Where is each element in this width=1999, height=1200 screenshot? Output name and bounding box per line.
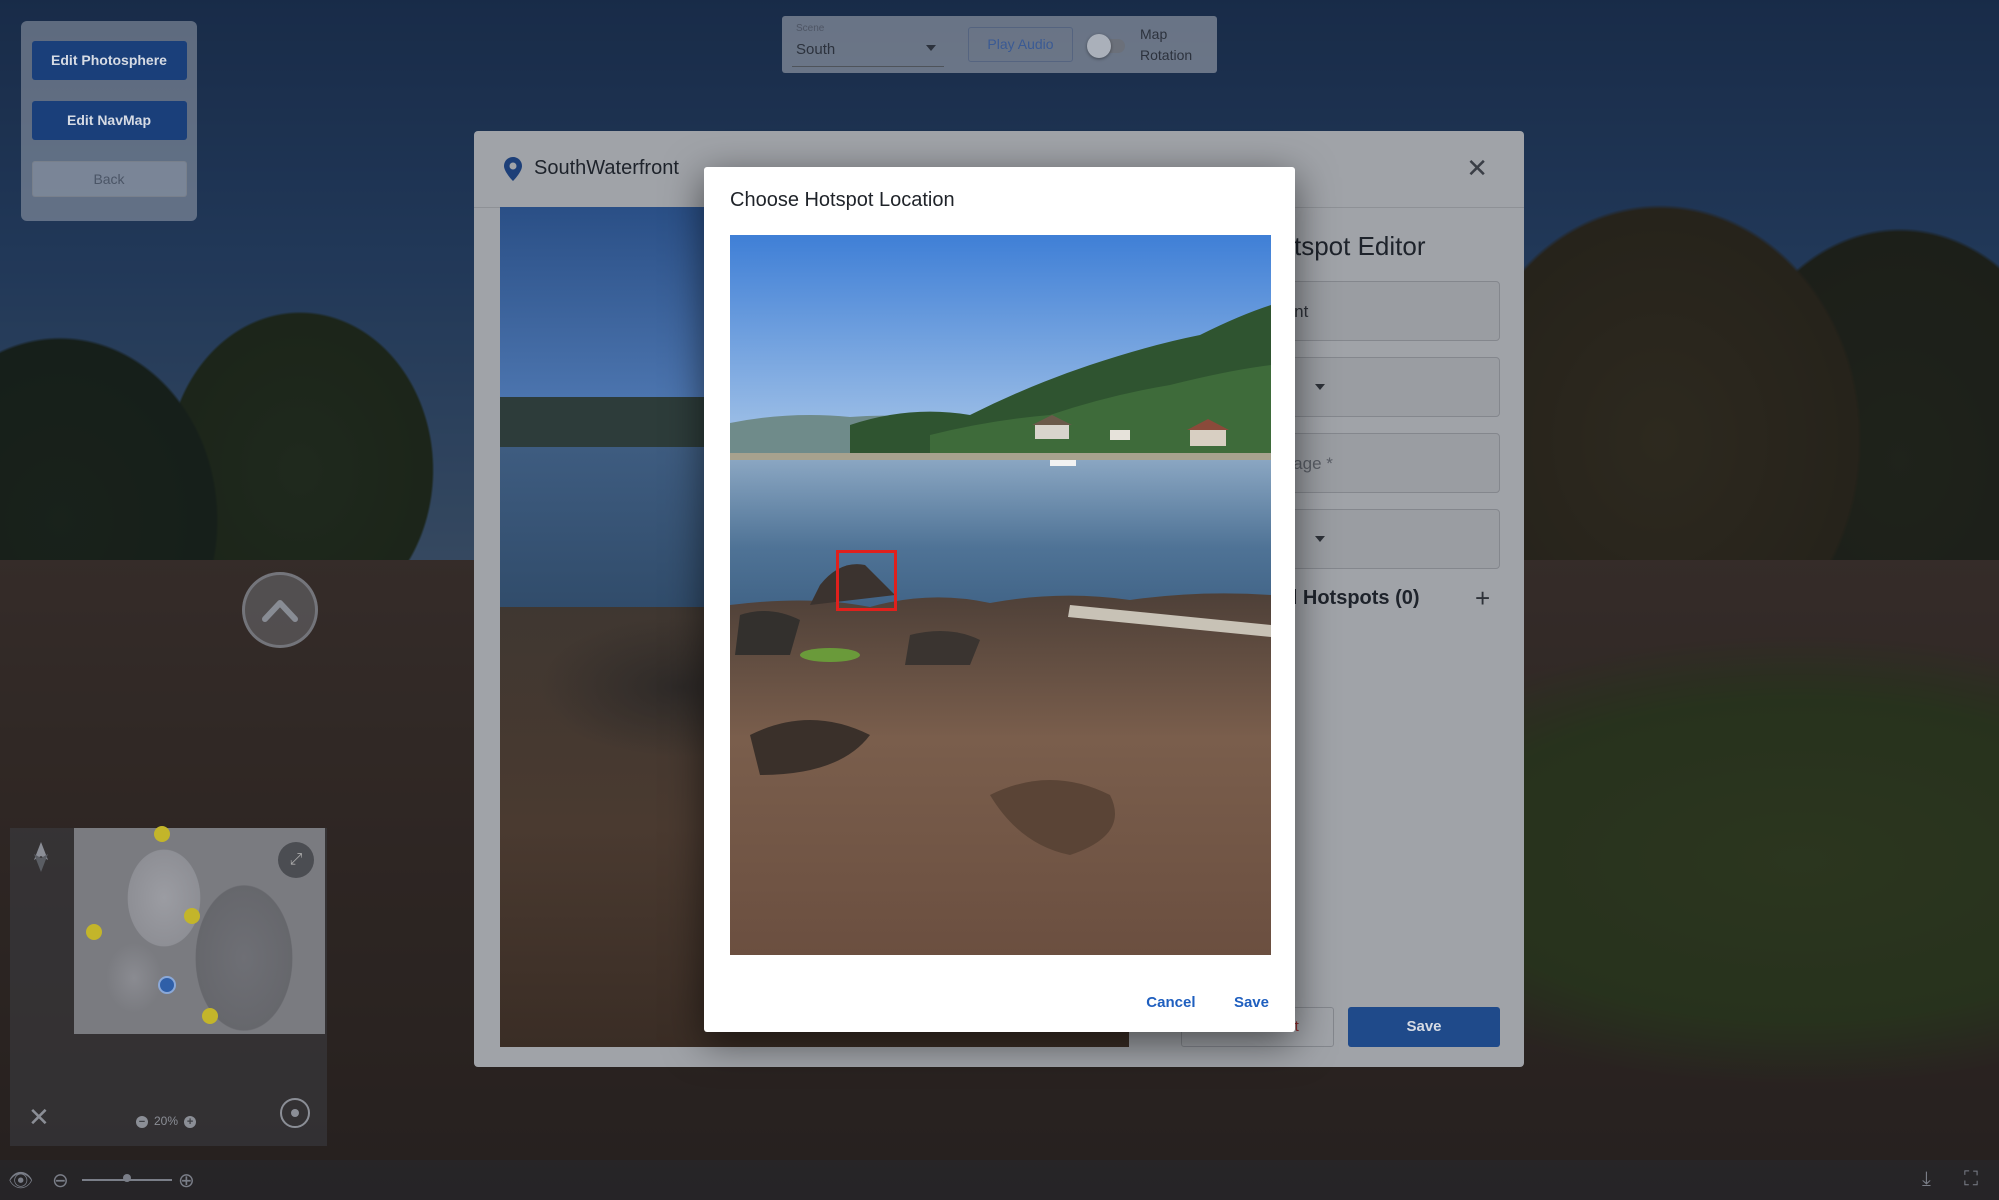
- waterfront-photo: [730, 235, 1271, 955]
- dialog-title: SouthWaterfront: [534, 157, 679, 179]
- current-location-dot[interactable]: [158, 976, 176, 994]
- scene-label: Scene: [796, 23, 825, 34]
- eye-icon[interactable]: 👁: [8, 1168, 33, 1193]
- edit-photosphere-button[interactable]: Edit Photosphere: [31, 41, 187, 80]
- scene-select[interactable]: Scene South: [792, 21, 944, 67]
- modal-title: Choose Hotspot Location: [730, 189, 955, 211]
- hotspot-dot[interactable]: [202, 1008, 218, 1024]
- hotspot-dot[interactable]: [86, 924, 102, 940]
- hotspot-dot[interactable]: [184, 908, 200, 924]
- zoom-level: 20%: [154, 1114, 179, 1128]
- hotspot-location-image[interactable]: [730, 235, 1271, 955]
- location-pin-icon: [504, 157, 522, 181]
- title-field[interactable]: ront: [1274, 281, 1500, 341]
- scene-value: South: [796, 41, 836, 58]
- zoom-out-icon[interactable]: −: [136, 1115, 148, 1128]
- nav-up-glyph: [262, 600, 298, 622]
- save-button[interactable]: Save: [1348, 1007, 1500, 1047]
- minimap: ⤢ ✕ −20% +: [10, 826, 327, 1146]
- toggle-thumb: [1087, 34, 1111, 58]
- modal-actions: Cancel Save: [1112, 994, 1269, 1012]
- zoom-slider-thumb[interactable]: [123, 1174, 131, 1182]
- viewer-bottom-bar: 👁 ⊖ ⊕ ⤓ ⛶: [0, 1160, 1999, 1200]
- close-icon[interactable]: ✕: [1466, 153, 1488, 184]
- download-icon[interactable]: ⤓: [1922, 1168, 1931, 1191]
- chevron-down-icon: [926, 45, 936, 51]
- hotspot-location-marker[interactable]: [836, 550, 897, 611]
- chevron-up-circle-icon[interactable]: [242, 572, 318, 648]
- cancel-button[interactable]: Cancel: [1146, 994, 1195, 1011]
- zoom-in-icon[interactable]: +: [184, 1115, 197, 1128]
- plus-icon[interactable]: +: [1475, 583, 1490, 614]
- option-select[interactable]: [1274, 509, 1500, 569]
- fullscreen-icon[interactable]: ⛶: [1964, 1168, 1978, 1191]
- expand-map-icon[interactable]: ⤢: [278, 842, 314, 878]
- close-icon[interactable]: ✕: [28, 1102, 50, 1133]
- image-field[interactable]: mage *: [1274, 433, 1500, 493]
- back-button[interactable]: Back: [31, 161, 187, 197]
- edit-panel: Edit Photosphere Edit NavMap Back: [21, 21, 197, 221]
- choose-hotspot-location-dialog: Choose Hotspot Location Cancel Save: [704, 167, 1295, 1032]
- type-select[interactable]: [1274, 357, 1500, 417]
- map-rotation-toggle[interactable]: [1087, 34, 1129, 58]
- hotspot-dot[interactable]: [154, 826, 170, 842]
- save-button[interactable]: Save: [1234, 994, 1269, 1011]
- edit-navmap-button[interactable]: Edit NavMap: [31, 101, 187, 140]
- north-arrow-icon[interactable]: [32, 842, 50, 872]
- locate-icon[interactable]: [280, 1098, 310, 1128]
- map-rotation-label: Map Rotation: [1140, 26, 1193, 63]
- zoom-out-icon[interactable]: ⊖: [52, 1168, 69, 1193]
- play-audio-button[interactable]: Play Audio: [968, 27, 1073, 62]
- nested-hotspots-label: ed Hotspots (0): [1274, 587, 1420, 609]
- chevron-down-icon: [1315, 384, 1325, 390]
- zoom-in-icon[interactable]: ⊕: [178, 1168, 195, 1193]
- hotspot-editor-title: tspot Editor: [1294, 231, 1426, 261]
- scene-toolbar: Scene South Play Audio Map Rotation: [782, 16, 1217, 73]
- chevron-down-icon: [1315, 536, 1325, 542]
- minimap-zoom: −20% +: [130, 1114, 202, 1128]
